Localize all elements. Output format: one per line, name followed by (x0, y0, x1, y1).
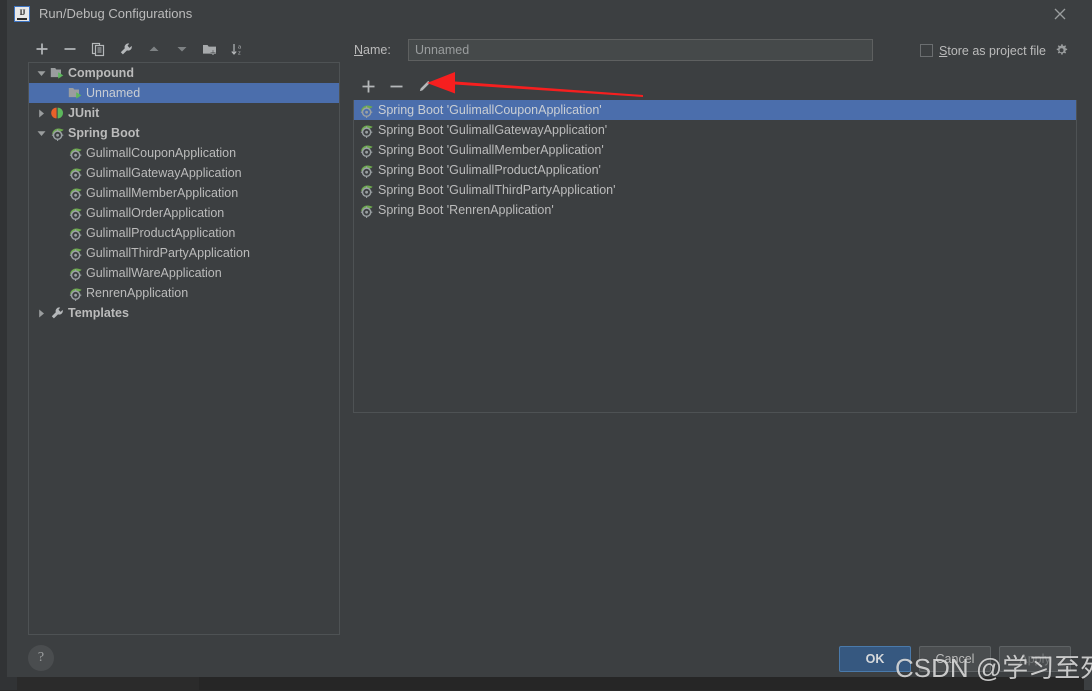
intellij-idea-icon: IJ (14, 6, 30, 22)
compound-list-toolbar (354, 74, 438, 98)
configurations-tree[interactable]: Compound Unnamed JUnit Spring Boot GulimallC… (28, 62, 340, 635)
tree-node-unnamed[interactable]: Unnamed (29, 83, 339, 103)
tree-node-gulimallthirdpartyapplication[interactable]: GulimallThirdPartyApplication (29, 243, 339, 263)
checkbox-box[interactable] (920, 44, 933, 57)
list-item[interactable]: Spring Boot 'GulimallThirdPartyApplicati… (354, 180, 1076, 200)
twisty-expanded-icon[interactable] (33, 128, 49, 139)
compound-folder-icon (67, 85, 83, 101)
tree-node-templates[interactable]: Templates (29, 303, 339, 323)
tree-node-label: GulimallWareApplication (86, 266, 222, 280)
spring-boot-icon (67, 205, 83, 221)
spring-boot-icon (67, 265, 83, 281)
tree-node-label: JUnit (68, 106, 100, 120)
tree-node-junit[interactable]: JUnit (29, 103, 339, 123)
move-down-button[interactable] (168, 38, 196, 60)
name-label: Name: (354, 43, 391, 57)
list-item[interactable]: Spring Boot 'GulimallCouponApplication' (354, 100, 1076, 120)
tree-node-label: Spring Boot (68, 126, 140, 140)
spring-boot-icon (49, 125, 65, 141)
dialog-button-row: OK Cancel Apply (839, 646, 1071, 672)
apply-button[interactable]: Apply (999, 646, 1071, 672)
junit-icon (49, 105, 65, 121)
tree-node-label: GulimallGatewayApplication (86, 166, 242, 180)
spring-boot-icon (67, 285, 83, 301)
store-label-rest: tore as project file (947, 43, 1047, 58)
list-item[interactable]: Spring Boot 'GulimallProductApplication' (354, 160, 1076, 180)
name-input[interactable] (408, 39, 873, 61)
editor-right-strip (1084, 0, 1092, 690)
tree-node-label: GulimallProductApplication (86, 226, 236, 240)
store-as-project-file-label: Store as project file (939, 44, 1046, 58)
spring-boot-icon (358, 182, 374, 198)
tree-node-label: Compound (68, 66, 134, 80)
spring-boot-icon (358, 162, 374, 178)
folder-add-icon[interactable] (196, 38, 224, 60)
spring-boot-icon (67, 225, 83, 241)
list-item[interactable]: Spring Boot 'GulimallGatewayApplication' (354, 120, 1076, 140)
list-item-label: Spring Boot 'GulimallThirdPartyApplicati… (378, 183, 616, 197)
name-label-rest: ame: (363, 43, 391, 57)
tree-node-gulimallmemberapplication[interactable]: GulimallMemberApplication (29, 183, 339, 203)
tree-node-gulimallwareapplication[interactable]: GulimallWareApplication (29, 263, 339, 283)
tree-node-renrenapplication[interactable]: RenrenApplication (29, 283, 339, 303)
add-to-compound-button[interactable] (354, 75, 382, 97)
remove-configuration-button[interactable] (56, 38, 84, 60)
list-item[interactable]: Spring Boot 'GulimallMemberApplication' (354, 140, 1076, 160)
name-label-mnemonic: N (354, 43, 364, 57)
store-as-project-file-checkbox[interactable]: Store as project file (920, 43, 1069, 58)
gear-icon[interactable] (1054, 43, 1069, 58)
dialog-titlebar: IJ Run/Debug Configurations (7, 0, 1084, 28)
spring-boot-icon (358, 122, 374, 138)
tree-node-label: Unnamed (86, 86, 141, 100)
tree-node-label: RenrenApplication (86, 286, 189, 300)
twisty-collapsed-icon[interactable] (33, 108, 49, 119)
wrench-icon (49, 305, 65, 321)
copy-configuration-button[interactable] (84, 38, 112, 60)
spring-boot-icon (358, 142, 374, 158)
move-up-button[interactable] (140, 38, 168, 60)
spring-boot-icon (67, 185, 83, 201)
tree-node-label: Templates (68, 306, 129, 320)
list-item-label: Spring Boot 'GulimallGatewayApplication' (378, 123, 608, 137)
list-item-label: Spring Boot 'GulimallMemberApplication' (378, 143, 604, 157)
spring-boot-icon (67, 165, 83, 181)
tree-node-gulimallcouponapplication[interactable]: GulimallCouponApplication (29, 143, 339, 163)
twisty-expanded-icon[interactable] (33, 68, 49, 79)
list-item-label: Spring Boot 'GulimallProductApplication' (378, 163, 601, 177)
tree-node-spring-boot[interactable]: Spring Boot (29, 123, 339, 143)
configurations-toolbar: a z (28, 37, 348, 61)
tree-node-label: GulimallMemberApplication (86, 186, 239, 200)
remove-from-compound-button[interactable] (382, 75, 410, 97)
tree-node-gulimallgatewayapplication[interactable]: GulimallGatewayApplication (29, 163, 339, 183)
tree-node-label: GulimallCouponApplication (86, 146, 237, 160)
list-item[interactable]: Spring Boot 'RenrenApplication' (354, 200, 1076, 220)
list-item-label: Spring Boot 'RenrenApplication' (378, 203, 554, 217)
compound-configurations-list[interactable]: Spring Boot 'GulimallCouponApplication' S… (353, 100, 1077, 413)
compound-folder-icon (49, 65, 65, 81)
spring-boot-icon (358, 202, 374, 218)
tree-node-gulimallproductapplication[interactable]: GulimallProductApplication (29, 223, 339, 243)
tree-node-label: GulimallThirdPartyApplication (86, 246, 250, 260)
cancel-button[interactable]: Cancel (919, 646, 991, 672)
help-button[interactable]: ? (28, 645, 54, 671)
dialog-title: Run/Debug Configurations (39, 6, 193, 21)
twisty-collapsed-icon[interactable] (33, 308, 49, 319)
tree-node-gulimallorderapplication[interactable]: GulimallOrderApplication (29, 203, 339, 223)
spring-boot-icon (67, 245, 83, 261)
spring-boot-icon (67, 145, 83, 161)
tree-node-label: GulimallOrderApplication (86, 206, 225, 220)
tree-node-compound[interactable]: Compound (29, 63, 339, 83)
svg-text:z: z (238, 50, 241, 56)
pencil-icon[interactable] (410, 75, 438, 97)
run-debug-configurations-dialog: IJ Run/Debug Configurations a z Compound… (7, 0, 1084, 677)
ok-button[interactable]: OK (839, 646, 911, 672)
sort-az-icon[interactable]: a z (224, 38, 252, 60)
editor-status-bar (199, 677, 1092, 690)
list-item-label: Spring Boot 'GulimallCouponApplication' (378, 103, 602, 117)
spring-boot-icon (358, 102, 374, 118)
close-icon[interactable] (1048, 4, 1072, 24)
add-configuration-button[interactable] (28, 38, 56, 60)
wrench-icon[interactable] (112, 38, 140, 60)
